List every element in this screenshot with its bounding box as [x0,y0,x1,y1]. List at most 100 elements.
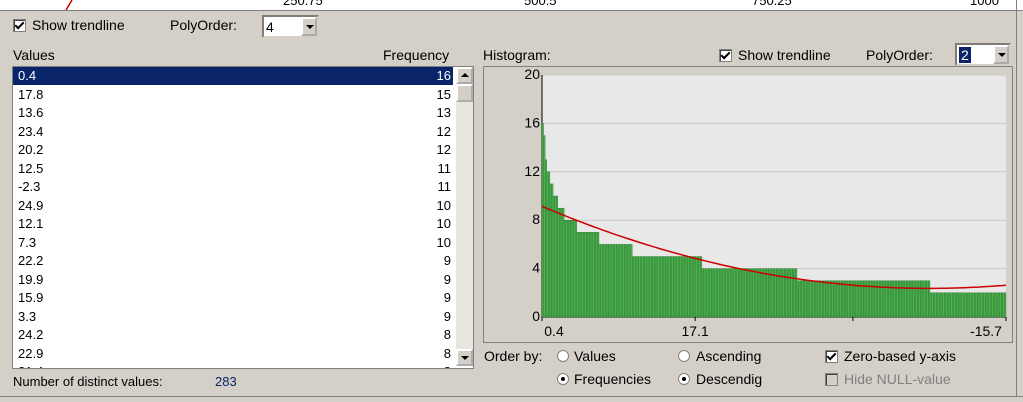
histogram-bar [785,268,788,318]
table-row[interactable]: 19.9 9 [13,271,453,289]
histogram-bar [818,280,821,318]
histogram-bar [750,268,753,318]
scroll-up-icon[interactable] [456,67,473,84]
x-tick-label: -15.7 [970,323,1002,339]
table-row[interactable]: 15.9 9 [13,289,453,307]
histogram-bar [594,232,596,318]
histogram-bar [790,268,793,318]
histogram-bar [614,244,617,318]
histogram-bar [977,292,980,318]
order-descending-radio[interactable] [678,373,690,385]
histogram-bar [739,268,742,318]
histogram-bar [910,280,913,318]
histogram-bar [568,220,571,318]
left-show-trendline-checkbox[interactable] [13,19,26,32]
table-row[interactable]: 24.9 10 [13,197,453,215]
histogram-bar [738,268,741,318]
scroll-thumb[interactable] [456,84,473,102]
histogram-bar [545,159,547,318]
histogram-bar [761,268,764,318]
values-header[interactable]: Values [13,47,55,63]
values-list[interactable]: 0.4 16 17.8 15 13.6 13 23.4 12 20.2 12 12.5 11 -2.3 1… [12,66,474,369]
chevron-down-icon[interactable] [993,45,1009,64]
top-trend-fragment [65,0,73,10]
histogram-bar [799,280,802,318]
histogram-bar [543,135,546,318]
histogram-bar [806,280,809,318]
zero-based-checkbox[interactable] [825,350,838,363]
histogram-bar [999,292,1002,318]
distinct-values-count: 283 [215,374,237,389]
table-row[interactable]: 20.2 12 [13,141,453,159]
histogram-bar [831,280,834,318]
row-value: 22.9 [18,345,44,361]
chevron-down-icon[interactable] [301,17,317,36]
table-row[interactable]: 0.4 16 [13,67,453,85]
histogram-bar [758,268,761,318]
histogram-bar [760,268,763,318]
row-value: 17.8 [18,86,44,102]
order-values-label: Values [574,348,616,364]
histogram-bar [826,280,829,318]
row-frequency: 9 [443,253,451,268]
histogram-bar [586,232,589,318]
histogram-bar [662,256,665,318]
histogram-bar [809,280,812,318]
histogram-bar [996,292,999,318]
order-frequencies-radio[interactable] [557,373,569,385]
histogram-bar [906,280,908,318]
histogram-bar [994,292,997,318]
histogram-bar [636,256,639,318]
histogram-bar [993,292,996,318]
order-descending-label: Descendig [696,371,763,387]
list-scrollbar[interactable] [456,67,473,366]
histogram-bar [882,280,885,318]
x-tick-label: 0.4 [544,323,564,339]
row-frequency: 8 [443,345,451,361]
histogram-bar [723,268,726,318]
order-values-radio[interactable] [557,350,569,362]
table-row[interactable]: 17.8 15 [13,86,453,104]
histogram-bar [622,244,625,318]
histogram-bar [803,280,806,318]
table-row[interactable]: 13.6 13 [13,104,453,122]
scroll-down-icon[interactable] [456,349,473,366]
table-row[interactable]: 12.1 10 [13,215,453,233]
table-row[interactable]: -2.3 11 [13,178,453,196]
hist-polyorder-select[interactable]: 2 [955,43,1011,66]
table-row[interactable]: 23.4 12 [13,123,453,141]
left-polyorder-select[interactable]: 4 [262,15,319,38]
histogram-bar [573,220,576,318]
table-row[interactable]: 22.9 8 [13,345,453,363]
bottom-divider [0,396,1023,397]
histogram-bar [704,268,707,318]
histogram-bar [815,280,818,318]
histogram-bar [901,280,904,318]
order-ascending-radio[interactable] [678,350,690,362]
histogram-bar [940,292,943,318]
table-row[interactable]: 21.48 [13,363,453,368]
y-tick-label: 8 [532,211,540,227]
table-row[interactable]: 7.3 10 [13,234,453,252]
row-frequency: 12 [436,123,451,139]
histogram-bar [966,292,969,318]
histogram-bar [651,256,654,318]
table-row[interactable]: 24.2 8 [13,326,453,344]
histogram-bar [602,244,604,318]
table-row[interactable]: 12.5 11 [13,160,453,178]
histogram-bar [676,256,679,318]
histogram-bar [687,256,690,318]
table-row[interactable]: 3.3 9 [13,308,453,326]
histogram-bar [560,207,563,318]
frequency-header[interactable]: Frequency [383,47,449,63]
histogram-bar [880,280,883,318]
hist-show-trendline-checkbox[interactable] [719,49,732,62]
histogram-bar [562,207,565,318]
table-row[interactable]: 22.2 9 [13,252,453,270]
hide-null-label: Hide NULL-value [844,371,951,387]
histogram-bar [725,268,728,318]
histogram-bar [592,232,595,318]
histogram-bar [709,268,712,318]
histogram-bar [763,268,766,318]
histogram-bar [850,280,853,318]
